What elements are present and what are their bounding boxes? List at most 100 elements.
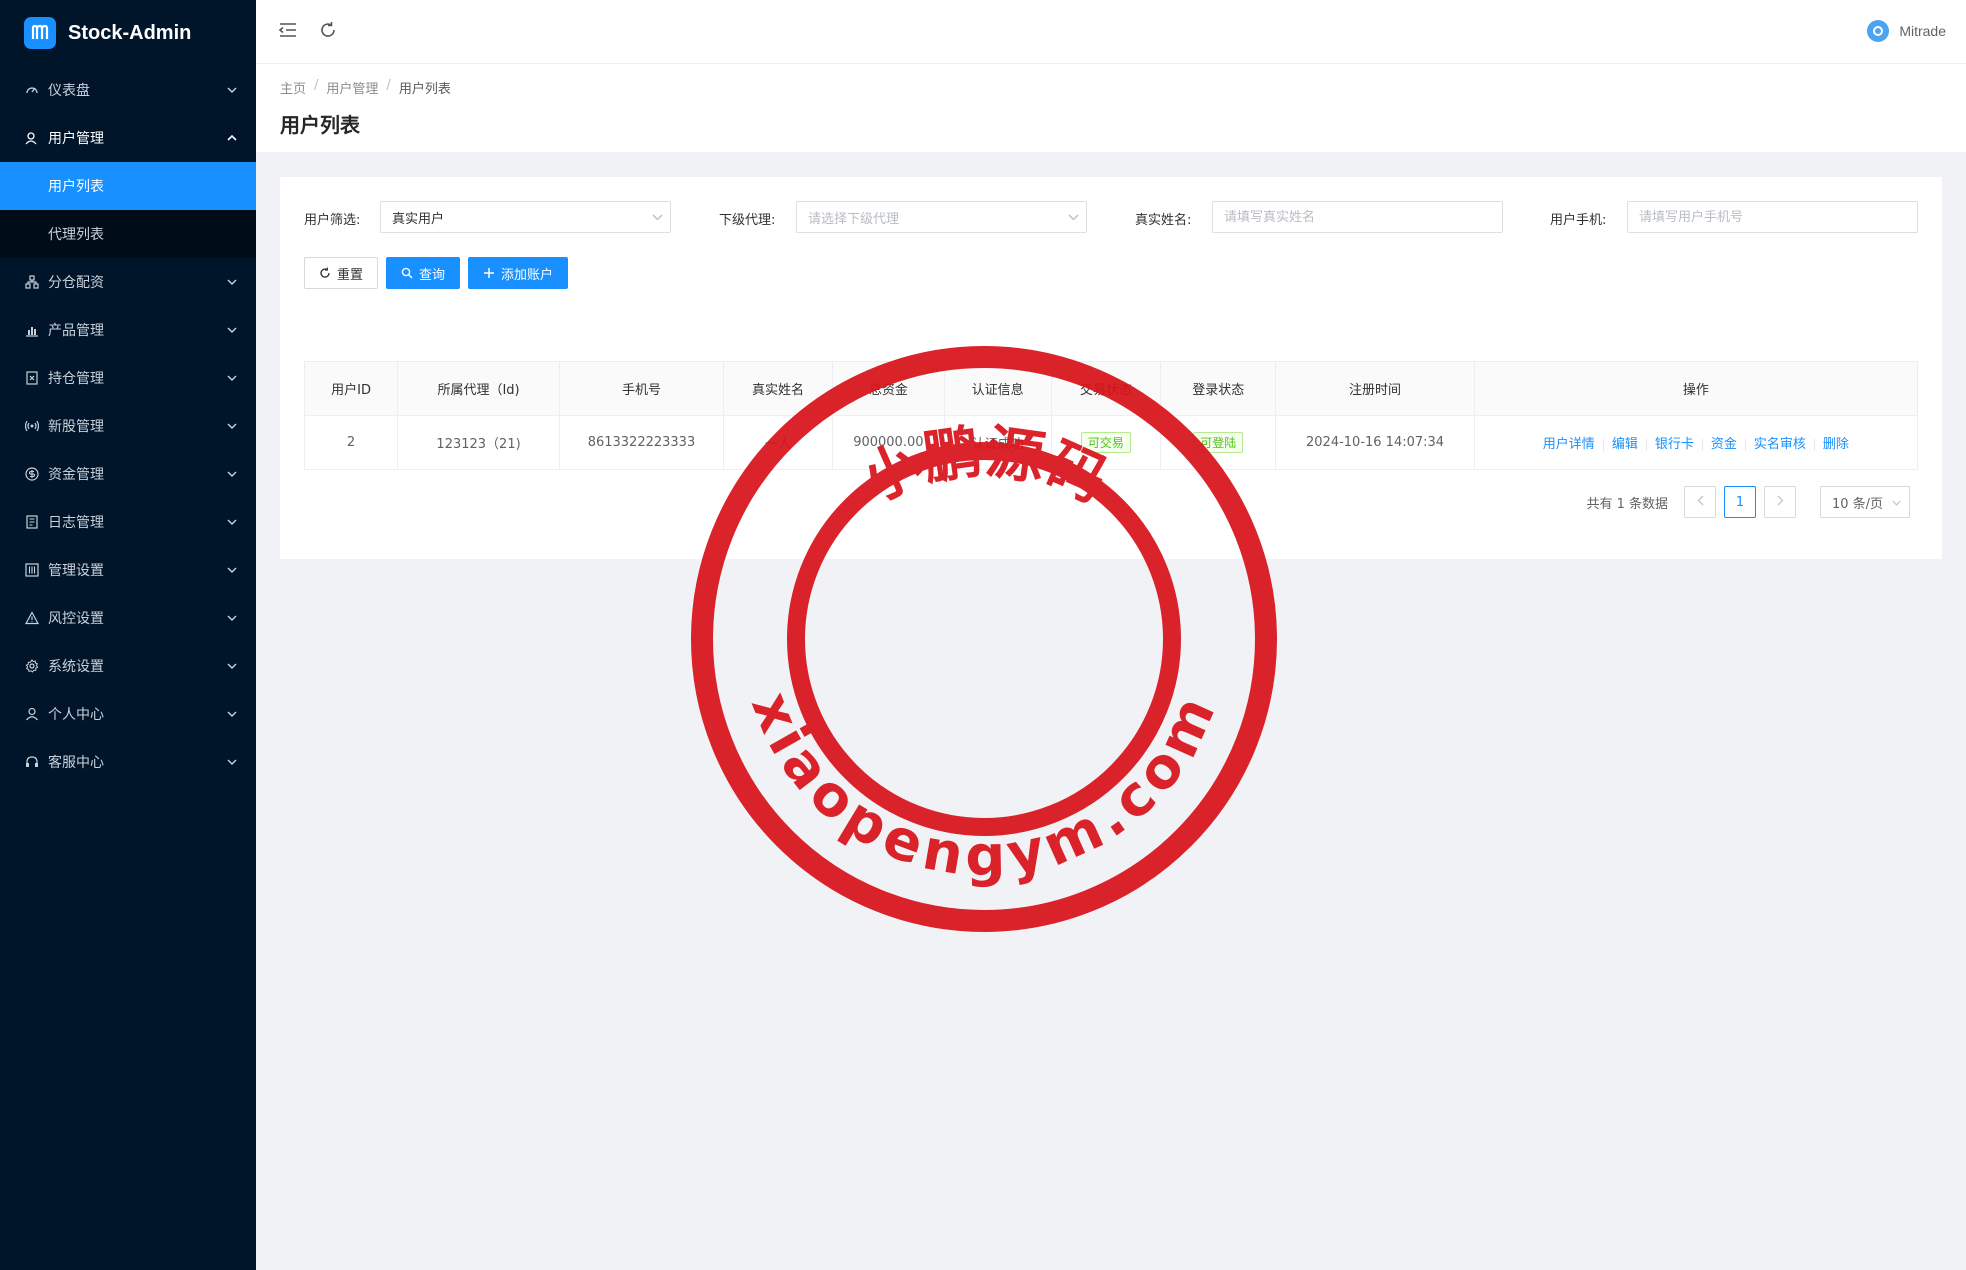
sub-agent-select[interactable]: 请选择下级代理 [796, 201, 1087, 233]
app-logo[interactable]: Stock-Admin [0, 0, 256, 66]
chevron-down-icon [226, 708, 238, 720]
menu-fold-button[interactable] [268, 12, 308, 52]
breadcrumb-separator: / [314, 78, 319, 93]
column-header: 总资金 [832, 361, 945, 416]
user-filter-value: 真实用户 [392, 211, 445, 227]
add-account-button[interactable]: 添加账户 [468, 257, 569, 289]
table-row: 2 123123（21) 8613322223333 一人 900000.00 … [303, 415, 1919, 470]
delete-link[interactable]: 删除 [1823, 437, 1849, 452]
sidebar-item-profile[interactable]: 个人中心 [0, 690, 256, 738]
prev-page-button[interactable] [1684, 486, 1716, 518]
phone-field[interactable] [1627, 201, 1918, 233]
user-filter-label: 用户筛选: [304, 213, 361, 228]
sidebar-item-label: 系统设置 [48, 659, 104, 675]
sidebar-item-product[interactable]: 产品管理 [0, 306, 256, 354]
chevron-right-icon [1777, 495, 1784, 510]
breadcrumb: 主页 / 用户管理 / 用户列表 [280, 64, 1966, 97]
column-header: 交易状态 [1050, 361, 1162, 416]
bar-chart-icon [24, 322, 40, 338]
divider [1602, 438, 1604, 451]
app-name: Stock-Admin [68, 21, 192, 44]
username: Mitrade [1899, 23, 1946, 39]
trade-status-badge: 可交易 [1080, 432, 1131, 453]
chevron-down-icon [226, 324, 238, 336]
divider [1701, 438, 1703, 451]
column-header: 注册时间 [1275, 361, 1475, 416]
page-size-select[interactable]: 10 条/页 [1820, 486, 1910, 518]
control-icon [24, 562, 40, 578]
sidebar-item-position[interactable]: 持仓管理 [0, 354, 256, 402]
sidebar-item-label: 仪表盘 [48, 83, 90, 99]
column-header: 所属代理（Id) [397, 361, 560, 416]
real-name-field[interactable] [1212, 201, 1503, 233]
sidebar-item-user-list[interactable]: 用户列表 [0, 162, 256, 210]
logo-icon [24, 17, 56, 49]
add-account-label: 添加账户 [501, 267, 554, 283]
settings-icon [24, 658, 40, 674]
chevron-down-icon [1892, 495, 1901, 510]
sidebar-item-user-management[interactable]: 用户管理 [0, 114, 256, 162]
cell-trade-status: 可交易 [1050, 415, 1162, 470]
sidebar-item-agent-list[interactable]: 代理列表 [0, 210, 256, 258]
sidebar-item-dashboard[interactable]: 仪表盘 [0, 66, 256, 114]
page-number-button[interactable]: 1 [1724, 486, 1756, 518]
sidebar-item-logs[interactable]: 日志管理 [0, 498, 256, 546]
user-filter-select[interactable]: 真实用户 [380, 201, 671, 233]
sidebar-item-risk[interactable]: 风控设置 [0, 594, 256, 642]
table-header-row: 用户ID 所属代理（Id) 手机号 真实姓名 总资金 认证信息 交易状态 登录状… [303, 361, 1919, 416]
sidebar-item-ipo[interactable]: 新股管理 [0, 402, 256, 450]
cell-user-id: 2 [303, 415, 399, 470]
user-table: 用户ID 所属代理（Id) 手机号 真实姓名 总资金 认证信息 交易状态 登录状… [303, 361, 1919, 470]
chevron-down-icon [226, 420, 238, 432]
real-name-label: 真实姓名: [1135, 213, 1192, 228]
sidebar-item-label: 风控设置 [48, 611, 104, 627]
page-size-value: 10 条/页 [1832, 496, 1884, 512]
breadcrumb-user-management[interactable]: 用户管理 [326, 78, 378, 97]
chevron-down-icon [226, 276, 238, 288]
edit-link[interactable]: 编辑 [1612, 437, 1638, 452]
chevron-down-icon [226, 84, 238, 96]
cell-login-status: 可登陆 [1160, 415, 1277, 470]
real-name-input[interactable] [1224, 209, 1502, 225]
chevron-down-icon [226, 756, 238, 768]
query-button[interactable]: 查询 [386, 257, 461, 289]
sidebar-item-allocation[interactable]: 分仓配资 [0, 258, 256, 306]
sidebar-item-support[interactable]: 客服中心 [0, 738, 256, 786]
chevron-down-icon [226, 612, 238, 624]
reset-label: 重置 [337, 267, 364, 283]
cell-phone: 8613322223333 [559, 415, 724, 470]
cell-auth-info: 认证成功 [943, 415, 1052, 470]
search-icon [401, 267, 413, 279]
reload-button[interactable] [308, 12, 348, 52]
sidebar-item-admin-settings[interactable]: 管理设置 [0, 546, 256, 594]
phone-label: 用户手机: [1550, 213, 1607, 228]
user-menu[interactable]: Mitrade [1867, 20, 1946, 42]
column-header: 认证信息 [943, 361, 1052, 416]
breadcrumb-home[interactable]: 主页 [280, 78, 306, 97]
sidebar-item-system[interactable]: 系统设置 [0, 642, 256, 690]
reset-button[interactable]: 重置 [304, 257, 379, 289]
user-detail-link[interactable]: 用户详情 [1543, 437, 1595, 452]
next-page-button[interactable] [1764, 486, 1796, 518]
sidebar-item-funds[interactable]: 资金管理 [0, 450, 256, 498]
reload-icon [319, 21, 337, 43]
sidebar-item-label: 分仓配资 [48, 275, 104, 291]
divider [1744, 438, 1746, 451]
cell-real-name: 一人 [722, 415, 834, 470]
cell-registered-time: 2024-10-16 14:07:34 [1275, 415, 1475, 470]
kyc-review-link[interactable]: 实名审核 [1754, 437, 1806, 452]
page-title: 用户列表 [280, 113, 360, 137]
dashboard-icon [24, 82, 40, 98]
bank-card-link[interactable]: 银行卡 [1655, 437, 1694, 452]
phone-input[interactable] [1639, 209, 1917, 225]
pagination-total: 共有 1 条数据 [1586, 496, 1668, 512]
top-header: Mitrade [256, 0, 1966, 64]
funds-link[interactable]: 资金 [1711, 437, 1737, 452]
chevron-down-icon [226, 372, 238, 384]
sub-agent-placeholder: 请选择下级代理 [808, 211, 900, 227]
chevron-up-icon [226, 132, 238, 144]
action-buttons: 重置 查询 添加账户 [304, 257, 576, 289]
column-header: 真实姓名 [722, 361, 834, 416]
chevron-down-icon [644, 214, 670, 221]
warning-icon [24, 610, 40, 626]
